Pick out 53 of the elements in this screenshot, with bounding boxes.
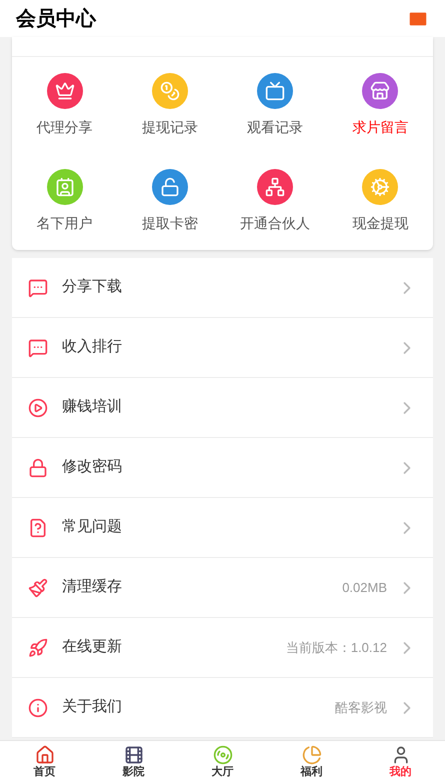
tool-item[interactable]: 名下用户 <box>12 154 118 250</box>
rocket-icon <box>28 638 48 658</box>
message-icon <box>28 338 48 358</box>
menu-row[interactable]: 常见问题 <box>12 498 433 558</box>
tab-item[interactable]: 福利 <box>267 741 356 782</box>
tool-item[interactable]: 观看记录 <box>222 57 328 154</box>
tool-item[interactable]: 提现记录 <box>117 57 222 154</box>
gear-icon <box>370 177 390 198</box>
store-icon <box>370 80 390 101</box>
menu-label: 在线更新 <box>62 637 123 658</box>
coins-icon <box>160 80 180 101</box>
tab-item[interactable]: 大厅 <box>178 741 267 782</box>
tool-item[interactable]: 开通合伙人 <box>222 154 328 250</box>
menu-row[interactable]: 分享下载 <box>12 258 433 318</box>
tab-item[interactable]: 首页 <box>0 741 89 782</box>
info-icon <box>28 698 48 718</box>
disc-icon <box>212 744 232 764</box>
tool-item[interactable]: 现金提现 <box>328 154 433 250</box>
menu-label: 分享下载 <box>62 277 123 298</box>
tool-item[interactable]: 求片留言 <box>328 57 433 154</box>
film-reel-icon <box>124 744 144 764</box>
menu-label: 收入排行 <box>62 337 123 358</box>
menu-label: 常见问题 <box>62 517 123 538</box>
home-icon <box>34 744 54 764</box>
menu-label: 修改密码 <box>62 457 123 478</box>
tool-item[interactable]: 提取卡密 <box>117 154 222 250</box>
brush-icon <box>28 578 48 598</box>
menu-row[interactable]: 赚钱培训 <box>12 378 433 438</box>
pie-chart-icon <box>302 744 322 764</box>
tab-item[interactable]: 影院 <box>89 741 178 782</box>
unlock-icon <box>160 177 180 198</box>
menu-row[interactable]: 在线更新 当前版本：1.0.12 <box>12 618 433 678</box>
menu-row[interactable]: 清理缓存 0.02MB <box>12 558 433 618</box>
network-icon <box>265 177 286 198</box>
menu-label: 清理缓存 <box>62 577 123 598</box>
menu-value: 当前版本：1.0.12 <box>286 638 387 657</box>
contact-card-icon <box>54 177 75 198</box>
menu-value: 酷客影视 <box>335 698 387 717</box>
menu-row[interactable]: 修改密码 <box>12 438 433 498</box>
menu-value: 0.02MB <box>342 578 387 597</box>
play-icon <box>28 398 48 418</box>
menu-row[interactable]: 收入排行 <box>12 318 433 378</box>
crown-icon <box>54 80 75 101</box>
tv-icon <box>265 80 286 101</box>
lock-icon <box>28 458 48 478</box>
menu-row[interactable]: 关于我们 酷客影视 <box>12 678 433 738</box>
menu-label: 关于我们 <box>62 697 123 718</box>
question-icon <box>28 518 48 538</box>
page-title: 会员中心 <box>16 6 96 32</box>
message-icon <box>28 278 48 298</box>
tool-item[interactable]: 代理分享 <box>12 57 118 154</box>
tab-item[interactable]: 我的 <box>356 741 445 782</box>
menu-label: 赚钱培训 <box>62 397 123 418</box>
